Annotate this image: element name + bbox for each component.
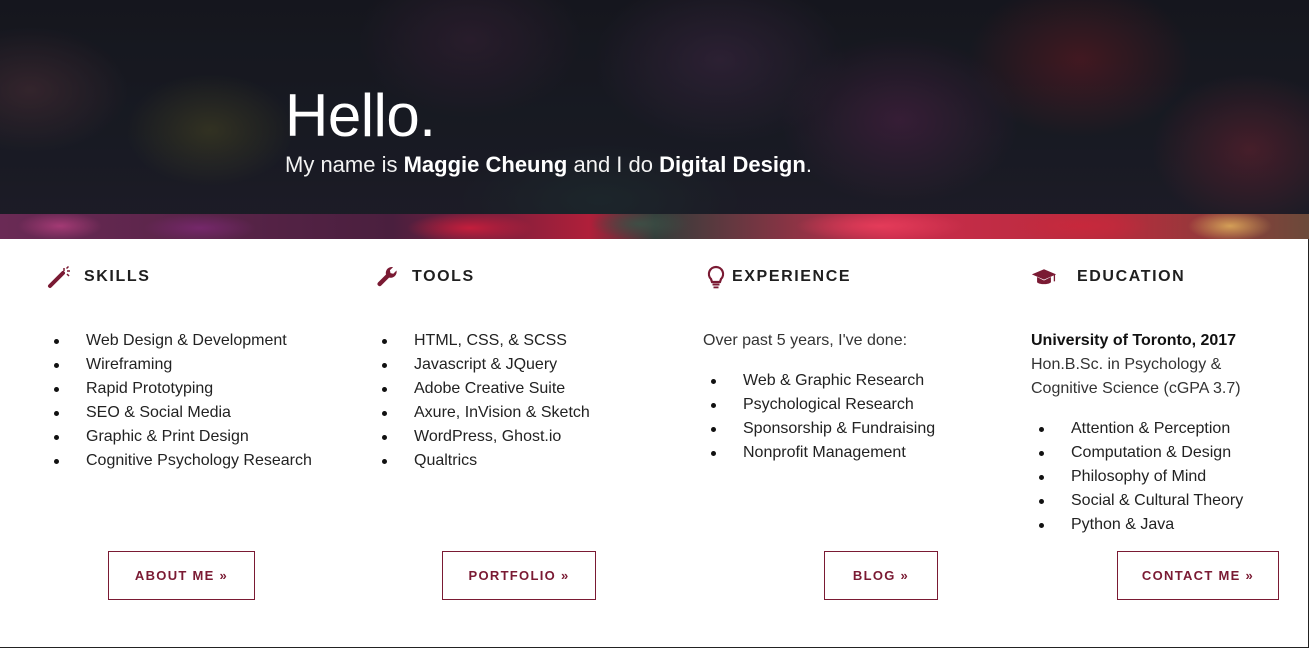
tools-section: TOOLS HTML, CSS, & SCSS Javascript & JQu…: [374, 262, 684, 473]
experience-header: EXPERIENCE: [703, 262, 1013, 292]
hero-role: Digital Design: [659, 152, 806, 177]
list-item: WordPress, Ghost.io: [374, 425, 684, 449]
list-item: Wireframing: [46, 353, 356, 377]
list-item: Web Design & Development: [46, 329, 356, 353]
list-item: Axure, InVision & Sketch: [374, 401, 684, 425]
list-item: SEO & Social Media: [46, 401, 356, 425]
magic-wand-icon: [46, 264, 72, 290]
education-list: Attention & Perception Computation & Des…: [1031, 417, 1301, 537]
degree-line: Cognitive Science (cGPA 3.7): [1031, 380, 1241, 397]
list-item: Social & Cultural Theory: [1031, 489, 1301, 513]
education-section: EDUCATION University of Toronto, 2017 Ho…: [1031, 262, 1301, 537]
hero-name: Maggie Cheung: [403, 152, 568, 177]
list-item: Philosophy of Mind: [1031, 465, 1301, 489]
skills-header: SKILLS: [46, 262, 356, 292]
wrench-icon: [374, 264, 400, 290]
list-item: Cognitive Psychology Research: [46, 449, 356, 473]
list-item: Web & Graphic Research: [703, 369, 1013, 393]
contact-me-button[interactable]: CONTACT ME »: [1117, 551, 1279, 600]
education-title: EDUCATION: [1077, 268, 1186, 285]
lightbulb-icon: [703, 264, 729, 290]
skills-list: Web Design & Development Wireframing Rap…: [46, 329, 356, 473]
tools-list: HTML, CSS, & SCSS Javascript & JQuery Ad…: [374, 329, 684, 473]
list-item: HTML, CSS, & SCSS: [374, 329, 684, 353]
hero-banner: Hello. My name is Maggie Cheung and I do…: [0, 0, 1309, 239]
list-item: Nonprofit Management: [703, 441, 1013, 465]
hero-sub-pre: My name is: [285, 152, 404, 177]
list-item: Computation & Design: [1031, 441, 1301, 465]
experience-section: EXPERIENCE Over past 5 years, I've done:…: [703, 262, 1013, 465]
list-item: Rapid Prototyping: [46, 377, 356, 401]
hero-title: Hello.: [285, 82, 436, 149]
skills-title: SKILLS: [84, 268, 151, 285]
about-me-button[interactable]: ABOUT ME »: [108, 551, 255, 600]
blog-button[interactable]: BLOG »: [824, 551, 938, 600]
university-name: University of Toronto, 2017: [1031, 332, 1237, 349]
list-item: Attention & Perception: [1031, 417, 1301, 441]
hero-sub-mid: and I do: [567, 152, 660, 177]
hero-overlay: [0, 0, 1309, 214]
graduation-cap-icon: [1031, 264, 1057, 290]
list-item: Graphic & Print Design: [46, 425, 356, 449]
degree-line: Hon.B.Sc. in Psychology &: [1031, 356, 1222, 373]
hero-flower-band: [0, 214, 1309, 239]
skills-section: SKILLS Web Design & Development Wirefram…: [46, 262, 356, 473]
education-details: University of Toronto, 2017 Hon.B.Sc. in…: [1031, 329, 1301, 401]
tools-title: TOOLS: [412, 268, 475, 285]
experience-list: Web & Graphic Research Psychological Res…: [703, 369, 1013, 465]
list-item: Python & Java: [1031, 513, 1301, 537]
hero-sub-post: .: [805, 152, 812, 177]
hero-subtitle: My name is Maggie Cheung and I do Digita…: [285, 150, 812, 180]
experience-intro: Over past 5 years, I've done:: [703, 332, 908, 349]
education-header: EDUCATION: [1031, 262, 1301, 292]
list-item: Adobe Creative Suite: [374, 377, 684, 401]
tools-header: TOOLS: [374, 262, 684, 292]
list-item: Qualtrics: [374, 449, 684, 473]
list-item: Sponsorship & Fundraising: [703, 417, 1013, 441]
list-item: Javascript & JQuery: [374, 353, 684, 377]
portfolio-button[interactable]: PORTFOLIO »: [442, 551, 596, 600]
experience-title: EXPERIENCE: [732, 268, 852, 285]
list-item: Psychological Research: [703, 393, 1013, 417]
